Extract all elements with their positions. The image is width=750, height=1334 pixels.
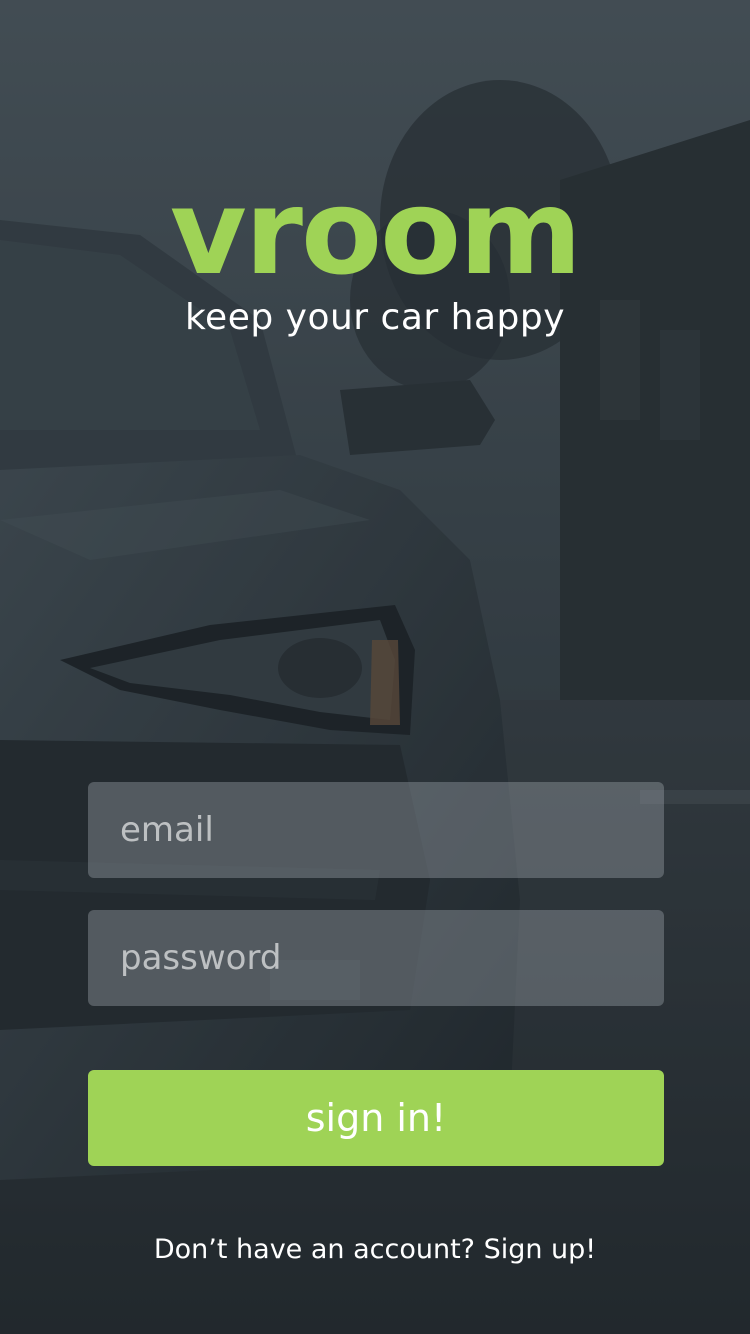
- app-logo: vroom: [169, 163, 582, 301]
- sign-up-link[interactable]: Don’t have an account? Sign up!: [0, 1230, 750, 1270]
- sign-in-button[interactable]: sign in!: [88, 1070, 664, 1166]
- brand-header: vroom keep your car happy: [0, 163, 750, 340]
- password-field[interactable]: [88, 910, 664, 1006]
- app-tagline: keep your car happy: [184, 297, 566, 338]
- login-form: sign in!: [88, 782, 664, 1166]
- email-field[interactable]: [88, 782, 664, 878]
